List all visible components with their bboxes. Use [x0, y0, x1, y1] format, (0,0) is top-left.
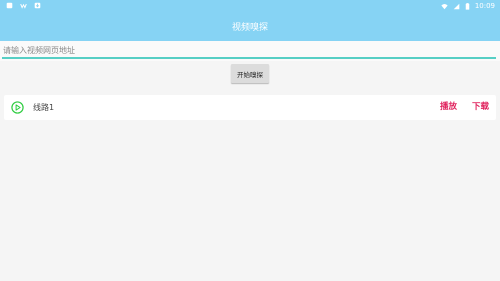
status-bar: 10:09: [0, 0, 500, 12]
status-time: 10:09: [474, 2, 495, 10]
play-button[interactable]: 播放: [440, 95, 457, 120]
status-left-icons: [6, 2, 41, 9]
route-list-item[interactable]: 线路1 播放 下载: [4, 95, 496, 120]
notification-icon: [6, 2, 13, 9]
download-button[interactable]: 下载: [472, 95, 489, 120]
play-circle-icon: [11, 101, 24, 114]
wifi-icon: [441, 3, 448, 9]
app-bar: 视频嗅探: [0, 12, 500, 41]
route-label: 线路1: [33, 103, 55, 112]
status-right-icons: 10:09: [441, 1, 495, 11]
download-status-icon: [34, 2, 41, 9]
battery-icon: [465, 2, 470, 10]
url-input[interactable]: [2, 43, 496, 59]
start-sniff-button[interactable]: 开始嗅探: [231, 64, 269, 83]
wifi-app-icon: [20, 3, 27, 9]
signal-icon: [453, 3, 460, 9]
url-input-container: [0, 41, 500, 61]
app-title: 视频嗅探: [231, 23, 268, 33]
